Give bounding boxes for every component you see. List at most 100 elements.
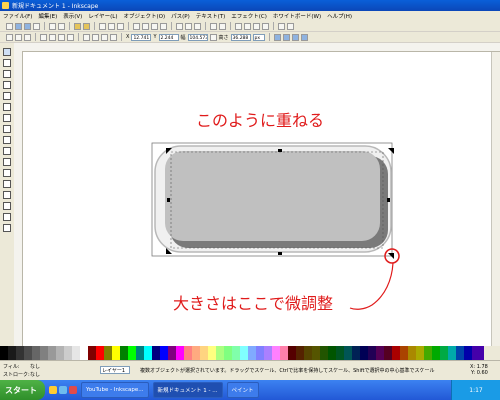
menu-edit[interactable]: 編集(E) (35, 12, 60, 20)
status-bar: フィル: ストローク: なし なし レイヤー1 複数オブジェクトが選択されていま… (0, 360, 500, 381)
transform-gradients-icon[interactable] (291, 33, 299, 41)
pencil-tool-icon[interactable] (3, 147, 11, 155)
duplicate-icon[interactable] (176, 22, 183, 30)
save-icon[interactable] (24, 22, 31, 30)
star-tool-icon[interactable] (3, 125, 11, 133)
taskbar-item-inkscape[interactable]: 新規ドキュメント 1 - ... (152, 382, 223, 398)
separator (268, 33, 270, 41)
dropper-tool-icon[interactable] (3, 224, 11, 232)
ungroup-icon[interactable] (219, 22, 226, 30)
tweak-tool-icon[interactable] (3, 70, 11, 78)
stroke-indicator-label: ストローク: (3, 372, 30, 378)
undo-icon[interactable] (74, 22, 81, 30)
width-field[interactable]: 104.573 (187, 33, 208, 41)
text-tool-icon[interactable] (3, 191, 11, 199)
windows-taskbar: スタート YouTube - Inkscape... 新規ドキュメント 1 - … (0, 380, 500, 400)
separator (78, 33, 79, 41)
fill-indicator-value[interactable]: なし (30, 363, 40, 370)
color-palette[interactable] (0, 346, 500, 360)
gradient-tool-icon[interactable] (3, 213, 11, 221)
raise-to-top-icon[interactable] (83, 33, 90, 41)
menu-help[interactable]: ヘルプ(H) (324, 12, 355, 20)
clone-icon[interactable] (185, 22, 192, 30)
fill-indicator-label: フィル: (3, 364, 20, 370)
y-field[interactable]: 2.244 (158, 33, 179, 41)
menu-path[interactable]: パス(P) (168, 12, 193, 20)
paint-bucket-tool-icon[interactable] (3, 180, 11, 188)
menu-object[interactable]: オブジェクト(O) (121, 12, 169, 20)
pen-tool-icon[interactable] (3, 158, 11, 166)
document-properties-icon[interactable] (287, 22, 294, 30)
node-tool-icon[interactable] (3, 59, 11, 67)
raise-icon[interactable] (92, 33, 99, 41)
separator (230, 22, 231, 30)
deselect-icon[interactable] (24, 33, 31, 41)
zoom-tool-icon[interactable] (3, 81, 11, 89)
lower-icon[interactable] (101, 33, 108, 41)
system-tray-clock: 1:17 (451, 380, 500, 400)
zoom-out-icon[interactable] (142, 22, 149, 30)
menu-effects[interactable]: エフェクト(C) (228, 12, 270, 20)
selector-tool-icon[interactable] (3, 48, 11, 56)
xml-editor-icon[interactable] (253, 22, 260, 30)
annotation-resize: 大きさはここで微調整 (173, 294, 334, 313)
separator (44, 22, 45, 30)
menu-text[interactable]: テキスト(T) (193, 12, 229, 20)
rotate-cw-icon[interactable] (49, 33, 56, 41)
separator (35, 33, 36, 41)
paste-icon[interactable] (117, 22, 124, 30)
align-icon[interactable] (262, 22, 269, 30)
separator (94, 22, 95, 30)
transform-patterns-icon[interactable] (300, 33, 308, 41)
rectangle-tool-icon[interactable] (3, 92, 11, 100)
new-icon[interactable] (6, 22, 13, 30)
x-field[interactable]: 12.741 (131, 33, 152, 41)
3d-box-tool-icon[interactable] (3, 103, 11, 111)
menu-layer[interactable]: レイヤー(L) (85, 12, 120, 20)
scale-corners-icon[interactable] (282, 33, 290, 41)
cut-icon[interactable] (108, 22, 115, 30)
stroke-indicator-value[interactable]: なし (30, 371, 40, 378)
menu-file[interactable]: ファイル(F) (0, 12, 35, 20)
print-icon[interactable] (33, 22, 40, 30)
taskbar-item-youtube[interactable]: YouTube - Inkscape... (81, 382, 149, 398)
ie-icon[interactable] (49, 386, 57, 394)
fill-stroke-icon[interactable] (235, 22, 242, 30)
open-icon[interactable] (15, 22, 22, 30)
calligraphy-tool-icon[interactable] (3, 169, 11, 177)
scale-stroke-icon[interactable] (273, 33, 281, 41)
taskbar-item-paint[interactable]: ペイント (226, 382, 259, 398)
import-icon[interactable] (49, 22, 56, 30)
lock-ratio-icon[interactable] (209, 33, 217, 41)
unit-select[interactable]: px (252, 33, 265, 41)
flip-vertical-icon[interactable] (67, 33, 74, 41)
menu-whiteboard[interactable]: ホワイトボード(W) (270, 12, 324, 20)
lower-to-bottom-icon[interactable] (110, 33, 117, 41)
height-field[interactable]: 36.288 (230, 33, 251, 41)
y-coord-label: Y: (471, 370, 476, 376)
media-icon[interactable] (69, 386, 77, 394)
layer-select[interactable]: レイヤー1 (100, 366, 130, 374)
flip-horizontal-icon[interactable] (58, 33, 65, 41)
explorer-icon[interactable] (59, 386, 67, 394)
select-all-icon[interactable] (6, 33, 13, 41)
zoom-in-icon[interactable] (133, 22, 140, 30)
group-icon[interactable] (210, 22, 217, 30)
export-icon[interactable] (58, 22, 65, 30)
zoom-fit-icon[interactable] (151, 22, 158, 30)
menu-view[interactable]: 表示(V) (60, 12, 85, 20)
connector-tool-icon[interactable] (3, 202, 11, 210)
spiral-tool-icon[interactable] (3, 136, 11, 144)
rotate-ccw-icon[interactable] (40, 33, 47, 41)
copy-icon[interactable] (99, 22, 106, 30)
unlink-clone-icon[interactable] (194, 22, 201, 30)
redo-icon[interactable] (83, 22, 90, 30)
ellipse-tool-icon[interactable] (3, 114, 11, 122)
preferences-icon[interactable] (278, 22, 285, 30)
start-button[interactable]: スタート (0, 380, 45, 400)
zoom-page-icon[interactable] (160, 22, 167, 30)
separator (69, 22, 70, 30)
text-font-icon[interactable] (244, 22, 251, 30)
vertical-scrollbar[interactable] (491, 52, 500, 346)
select-all-layers-icon[interactable] (15, 33, 22, 41)
